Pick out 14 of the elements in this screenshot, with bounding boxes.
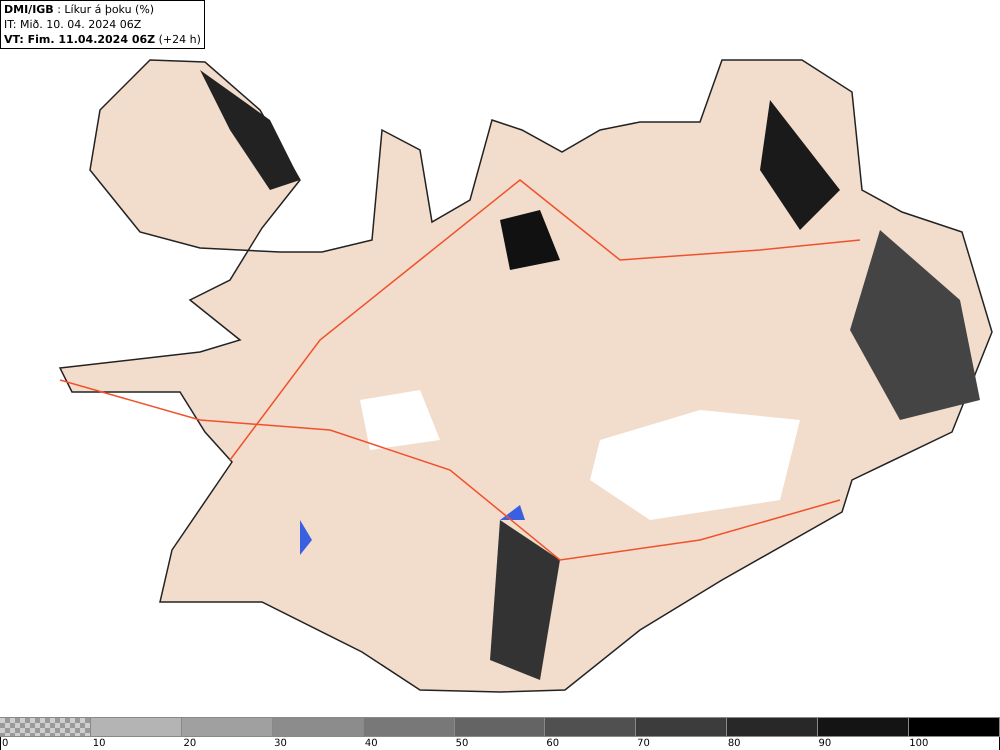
legend-label: 80 [726, 737, 741, 750]
map-title: DMI/IGB : Líkur á þoku (%) [4, 2, 156, 17]
legend-label: 0 [1, 737, 8, 750]
legend-label: 10 [92, 737, 106, 750]
legend-label: 70 [636, 737, 650, 750]
legend-label: 100 [908, 737, 928, 750]
legend-label: 20 [182, 737, 196, 750]
legend-label: 50 [454, 737, 468, 750]
legend-label: 40 [364, 737, 378, 750]
issue-time: IT: Mið. 10. 04. 2024 06Z [4, 17, 142, 32]
legend-label: 90 [818, 737, 832, 750]
legend-label: 30 [273, 737, 287, 750]
legend-label: 60 [545, 737, 560, 750]
valid-time: VT: Fim. 11.04.2024 06Z (+24 h) [4, 32, 201, 47]
